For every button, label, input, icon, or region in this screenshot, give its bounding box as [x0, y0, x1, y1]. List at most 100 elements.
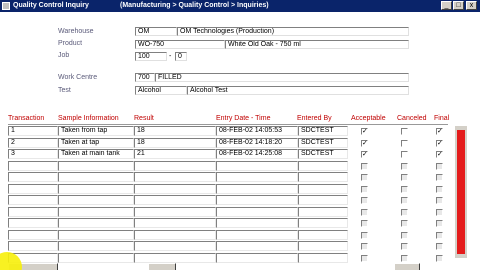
cell-entry-date[interactable]: 08-FEB-02 14:18:20 — [216, 138, 298, 148]
scrollbar-thumb[interactable] — [457, 130, 465, 254]
acceptable-checkbox[interactable]: ✓ — [361, 151, 368, 158]
bottom-button-3[interactable] — [394, 263, 420, 270]
cell-transaction[interactable] — [8, 241, 58, 251]
cell-transaction[interactable] — [8, 184, 58, 194]
cell-result[interactable]: 18 — [134, 138, 216, 148]
cell-transaction[interactable] — [8, 161, 58, 171]
cell-entered-by[interactable] — [298, 207, 348, 217]
final-checkbox[interactable]: ✓ — [436, 140, 443, 147]
cell-sample[interactable] — [58, 195, 134, 205]
final-checkbox[interactable] — [436, 186, 443, 193]
cell-entered-by[interactable] — [298, 241, 348, 251]
acceptable-checkbox[interactable] — [361, 197, 368, 204]
acceptable-checkbox[interactable]: ✓ — [361, 128, 368, 135]
canceled-checkbox[interactable] — [401, 128, 408, 135]
cell-entry-date[interactable] — [216, 207, 298, 217]
cell-result[interactable] — [134, 195, 216, 205]
cell-result[interactable] — [134, 253, 216, 263]
cell-transaction[interactable] — [8, 172, 58, 182]
cell-entry-date[interactable] — [216, 241, 298, 251]
cell-entry-date[interactable]: 08-FEB-02 14:05:53 — [216, 126, 298, 136]
cell-sample[interactable] — [58, 207, 134, 217]
canceled-checkbox[interactable] — [401, 174, 408, 181]
cell-entry-date[interactable] — [216, 230, 298, 240]
cell-sample[interactable] — [58, 253, 134, 263]
cell-entry-date[interactable]: 08-FEB-02 14:25:08 — [216, 149, 298, 159]
cell-entry-date[interactable] — [216, 161, 298, 171]
cell-transaction[interactable] — [8, 230, 58, 240]
cell-entered-by[interactable] — [298, 172, 348, 182]
cell-sample[interactable] — [58, 218, 134, 228]
job-sub-field[interactable]: 0 — [175, 52, 187, 61]
final-checkbox[interactable] — [436, 163, 443, 170]
cell-entered-by[interactable]: SDCTEST — [298, 149, 348, 159]
final-checkbox[interactable] — [436, 232, 443, 239]
cell-entry-date[interactable] — [216, 253, 298, 263]
canceled-checkbox[interactable] — [401, 243, 408, 250]
cell-result[interactable] — [134, 172, 216, 182]
acceptable-checkbox[interactable] — [361, 163, 368, 170]
cell-entered-by[interactable] — [298, 253, 348, 263]
canceled-checkbox[interactable] — [401, 209, 408, 216]
cell-transaction[interactable]: 1 — [8, 126, 58, 136]
cell-entered-by[interactable] — [298, 161, 348, 171]
acceptable-checkbox[interactable] — [361, 220, 368, 227]
canceled-checkbox[interactable] — [401, 151, 408, 158]
cell-entered-by[interactable] — [298, 218, 348, 228]
cell-result[interactable] — [134, 161, 216, 171]
cell-entered-by[interactable]: SDCTEST — [298, 126, 348, 136]
canceled-checkbox[interactable] — [401, 140, 408, 147]
cell-entry-date[interactable] — [216, 172, 298, 182]
canceled-checkbox[interactable] — [401, 220, 408, 227]
final-checkbox[interactable] — [436, 174, 443, 181]
canceled-checkbox[interactable] — [401, 186, 408, 193]
cell-result[interactable]: 18 — [134, 126, 216, 136]
final-checkbox[interactable] — [436, 197, 443, 204]
acceptable-checkbox[interactable] — [361, 186, 368, 193]
cell-sample[interactable] — [58, 161, 134, 171]
cell-sample[interactable] — [58, 230, 134, 240]
canceled-checkbox[interactable] — [401, 197, 408, 204]
cell-sample[interactable] — [58, 241, 134, 251]
cell-entered-by[interactable] — [298, 195, 348, 205]
cell-result[interactable] — [134, 230, 216, 240]
acceptable-checkbox[interactable] — [361, 174, 368, 181]
close-button[interactable]: x — [466, 1, 477, 10]
minimize-button[interactable]: _ — [441, 1, 452, 10]
cell-result[interactable] — [134, 207, 216, 217]
canceled-checkbox[interactable] — [401, 255, 408, 262]
final-checkbox[interactable] — [436, 220, 443, 227]
final-checkbox[interactable]: ✓ — [436, 128, 443, 135]
cell-entered-by[interactable] — [298, 184, 348, 194]
cell-result[interactable] — [134, 218, 216, 228]
cell-entry-date[interactable] — [216, 184, 298, 194]
final-checkbox[interactable]: ✓ — [436, 151, 443, 158]
final-checkbox[interactable] — [436, 255, 443, 262]
cell-result[interactable] — [134, 241, 216, 251]
cell-transaction[interactable]: 3 — [8, 149, 58, 159]
cell-result[interactable] — [134, 184, 216, 194]
cell-transaction[interactable] — [8, 195, 58, 205]
work-centre-code-field[interactable]: 700 — [135, 73, 155, 82]
final-checkbox[interactable] — [436, 243, 443, 250]
cell-sample[interactable]: Taken from tap — [58, 126, 134, 136]
cell-entry-date[interactable] — [216, 218, 298, 228]
cell-sample[interactable]: Taken at main tank — [58, 149, 134, 159]
cell-sample[interactable] — [58, 172, 134, 182]
acceptable-checkbox[interactable] — [361, 243, 368, 250]
warehouse-code-field[interactable]: OM — [135, 27, 177, 36]
grid-scrollbar[interactable] — [455, 126, 467, 258]
acceptable-checkbox[interactable] — [361, 255, 368, 262]
acceptable-checkbox[interactable]: ✓ — [361, 140, 368, 147]
job-number-field[interactable]: 100 — [135, 52, 167, 61]
acceptable-checkbox[interactable] — [361, 232, 368, 239]
cell-transaction[interactable] — [8, 207, 58, 217]
acceptable-checkbox[interactable] — [361, 209, 368, 216]
canceled-checkbox[interactable] — [401, 163, 408, 170]
test-code-field[interactable]: Alcohol — [135, 86, 187, 95]
maximize-button[interactable]: □ — [453, 1, 464, 10]
cell-result[interactable]: 21 — [134, 149, 216, 159]
cell-sample[interactable] — [58, 184, 134, 194]
product-code-field[interactable]: WO-750 — [135, 40, 225, 49]
final-checkbox[interactable] — [436, 209, 443, 216]
